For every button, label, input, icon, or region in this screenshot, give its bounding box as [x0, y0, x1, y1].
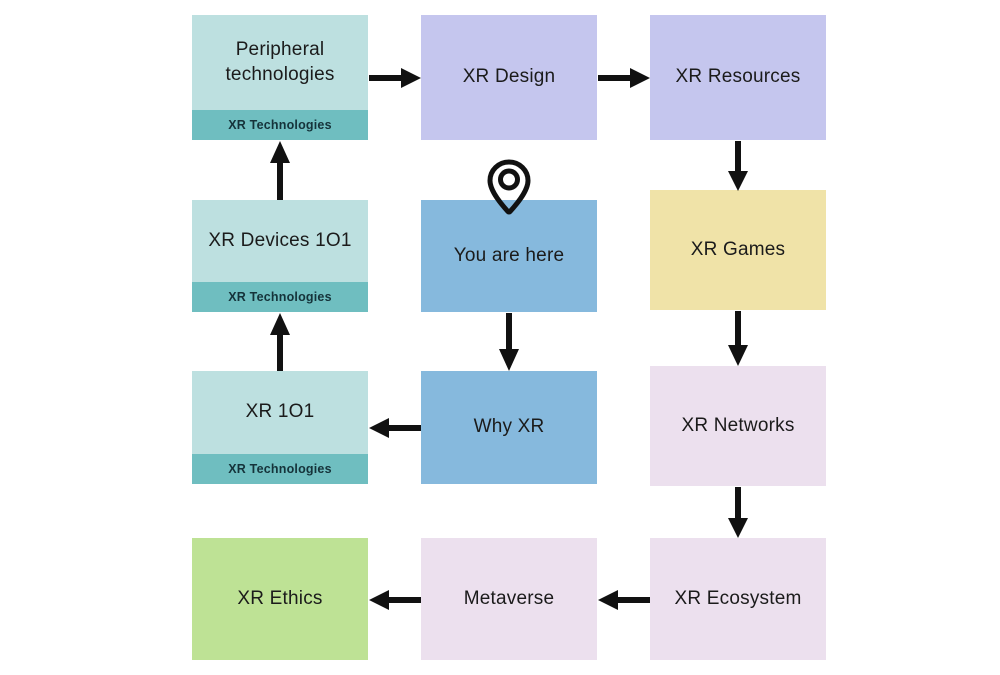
- node-label: XR Games: [690, 238, 786, 260]
- node-label: You are here: [453, 244, 565, 266]
- node-xr-networks[interactable]: XR Networks: [650, 366, 826, 486]
- node-xr-ethics[interactable]: XR Ethics: [192, 538, 368, 660]
- node-xr-games[interactable]: XR Games: [650, 190, 826, 310]
- node-label: Metaverse: [463, 587, 555, 609]
- diagram-canvas: Peripheral technologies XR Technologies …: [0, 0, 1000, 675]
- node-xr-resources[interactable]: XR Resources: [650, 15, 826, 140]
- node-peripheral-technologies[interactable]: Peripheral technologies XR Technologies: [192, 15, 368, 140]
- node-label: XR Design: [462, 66, 556, 88]
- node-metaverse[interactable]: Metaverse: [421, 538, 597, 660]
- arrow-why-xr-to-xr-101: [369, 416, 421, 440]
- node-xr-101[interactable]: XR 1O1 XR Technologies: [192, 371, 368, 484]
- node-label: XR Networks: [681, 414, 795, 436]
- arrow-you-are-here-to-why-xr: [497, 313, 521, 371]
- node-label: XR Ethics: [237, 587, 323, 609]
- node-category-band: XR Technologies: [192, 110, 368, 140]
- arrow-xr-101-to-xr-devices-101: [268, 313, 292, 371]
- node-xr-ecosystem[interactable]: XR Ecosystem: [650, 538, 826, 660]
- arrow-xr-games-to-xr-networks: [726, 311, 750, 366]
- location-pin-icon: [485, 158, 533, 216]
- node-label: XR 1O1: [245, 401, 315, 423]
- node-label: XR Resources: [675, 66, 801, 88]
- node-you-are-here[interactable]: You are here: [421, 200, 597, 312]
- arrow-xr-devices-101-to-peripheral-technologies: [268, 141, 292, 200]
- node-label: XR Ecosystem: [674, 587, 802, 609]
- arrow-metaverse-to-xr-ethics: [369, 588, 421, 612]
- node-xr-design[interactable]: XR Design: [421, 15, 597, 140]
- node-label: XR Devices 1O1: [208, 229, 352, 251]
- node-label: Why XR: [473, 416, 545, 438]
- arrow-xr-ecosystem-to-metaverse: [598, 588, 650, 612]
- arrow-xr-design-to-xr-resources: [598, 66, 650, 90]
- node-label: Peripheral technologies: [225, 38, 335, 85]
- arrow-xr-resources-to-xr-games: [726, 141, 750, 191]
- arrow-xr-networks-to-xr-ecosystem: [726, 487, 750, 538]
- node-xr-devices-101[interactable]: XR Devices 1O1 XR Technologies: [192, 200, 368, 312]
- node-category-band: XR Technologies: [192, 454, 368, 484]
- node-category-band: XR Technologies: [192, 282, 368, 312]
- node-why-xr[interactable]: Why XR: [421, 371, 597, 484]
- arrow-peripheral-technologies-to-xr-design: [369, 66, 421, 90]
